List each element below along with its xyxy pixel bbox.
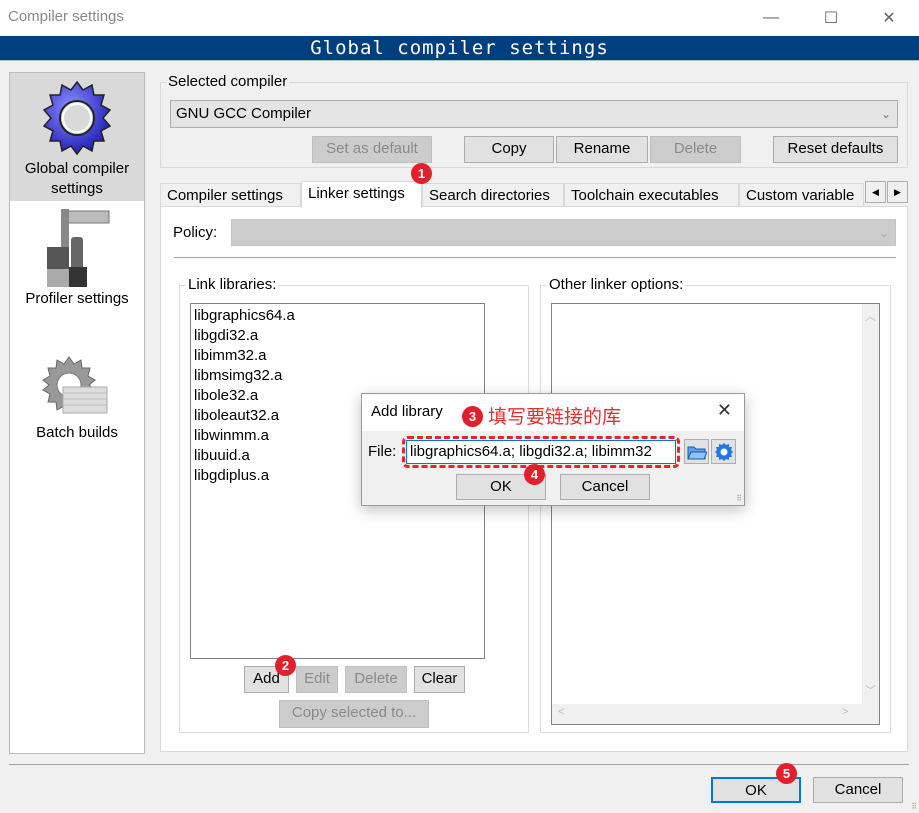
policy-select[interactable]: ⌄ bbox=[231, 219, 896, 246]
copy-selected-to-button[interactable]: Copy selected to... bbox=[279, 700, 429, 728]
vertical-scrollbar[interactable]: ︿ ﹀ bbox=[862, 304, 879, 704]
horizontal-scrollbar[interactable]: < > bbox=[552, 704, 879, 724]
window-titlebar: Compiler settings — ☐ ✕ bbox=[0, 0, 919, 36]
annotation-note: 填写要链接的库 bbox=[488, 406, 622, 428]
maximize-icon[interactable]: ☐ bbox=[808, 4, 854, 32]
resize-grip-icon[interactable]: ⠿ bbox=[736, 494, 742, 503]
banner-title: Global compiler settings bbox=[0, 36, 919, 61]
settings-tabs: Compiler settings Linker settings Search… bbox=[160, 181, 880, 208]
rename-button[interactable]: Rename bbox=[556, 136, 648, 163]
chevron-down-icon: ⌄ bbox=[880, 107, 891, 121]
selected-compiler-label: Selected compiler bbox=[166, 73, 290, 90]
dialog-titlebar: Add library 填写要链接的库 ✕ bbox=[362, 394, 744, 431]
list-item[interactable]: libmsimg32.a bbox=[194, 366, 481, 386]
browse-folder-button[interactable] bbox=[684, 439, 709, 464]
sidebar-item-profiler-settings[interactable]: Profiler settings bbox=[10, 207, 144, 319]
tab-toolchain-executables[interactable]: Toolchain executables bbox=[564, 183, 739, 207]
separator bbox=[9, 764, 909, 765]
gear-icon bbox=[714, 442, 733, 461]
compiler-select-value: GNU GCC Compiler bbox=[176, 105, 312, 122]
gear-stack-icon bbox=[42, 356, 108, 414]
annotation-badge-4: 4 bbox=[524, 464, 545, 485]
tab-scroll-left-icon[interactable]: ◀ bbox=[865, 181, 886, 203]
separator bbox=[174, 257, 896, 258]
scroll-left-icon[interactable]: < bbox=[558, 706, 564, 718]
tab-linker-settings[interactable]: Linker settings bbox=[301, 181, 422, 208]
folder-icon bbox=[686, 446, 707, 459]
delete-library-button[interactable]: Delete bbox=[345, 666, 407, 693]
annotation-badge-2: 2 bbox=[275, 655, 296, 676]
scroll-down-icon[interactable]: ﹀ bbox=[865, 682, 876, 698]
list-item[interactable]: libgraphics64.a bbox=[194, 306, 481, 326]
sidebar-item-label: Global compiler settings bbox=[24, 160, 130, 197]
resize-grip-icon[interactable]: ⠿ bbox=[911, 802, 917, 811]
compiler-select[interactable]: GNU GCC Compiler ⌄ bbox=[170, 100, 898, 128]
other-linker-options-label: Other linker options: bbox=[547, 276, 686, 293]
policy-label: Policy: bbox=[173, 224, 218, 241]
edit-library-button[interactable]: Edit bbox=[296, 666, 338, 693]
dialog-title: Add library bbox=[371, 403, 443, 420]
link-libraries-label: Link libraries: bbox=[186, 276, 279, 293]
copy-button[interactable]: Copy bbox=[464, 136, 554, 163]
annotation-badge-5: 5 bbox=[776, 763, 797, 784]
sidebar-item-batch-builds[interactable]: Batch builds bbox=[10, 353, 144, 453]
cancel-button[interactable]: Cancel bbox=[813, 777, 903, 803]
window-title: Compiler settings bbox=[8, 8, 124, 25]
list-item[interactable]: libgdi32.a bbox=[194, 326, 481, 346]
chevron-down-icon: ⌄ bbox=[878, 226, 889, 240]
close-icon[interactable]: ✕ bbox=[717, 400, 732, 421]
caliper-icon bbox=[47, 209, 110, 287]
set-as-default-button[interactable]: Set as default bbox=[312, 136, 432, 163]
settings-button[interactable] bbox=[711, 439, 736, 464]
close-icon[interactable]: ✕ bbox=[866, 4, 912, 32]
annotation-badge-1: 1 bbox=[411, 163, 432, 184]
sidebar-item-global-compiler-settings[interactable]: Global compiler settings bbox=[10, 73, 144, 201]
other-linker-options-textarea[interactable]: ︿ ﹀ < > bbox=[551, 303, 880, 725]
annotation-badge-3: 3 bbox=[462, 406, 483, 427]
clear-libraries-button[interactable]: Clear bbox=[414, 666, 465, 693]
reset-defaults-button[interactable]: Reset defaults bbox=[773, 136, 898, 163]
tab-compiler-settings[interactable]: Compiler settings bbox=[160, 183, 301, 207]
scroll-up-icon[interactable]: ︿ bbox=[865, 308, 876, 324]
scroll-right-icon[interactable]: > bbox=[842, 706, 848, 718]
tab-custom-variables[interactable]: Custom variable bbox=[739, 183, 864, 207]
dialog-cancel-button[interactable]: Cancel bbox=[560, 474, 650, 500]
blue-gear-icon bbox=[42, 80, 112, 156]
delete-compiler-button[interactable]: Delete bbox=[650, 136, 741, 163]
add-library-dialog: Add library 填写要链接的库 ✕ File: libgraphics6… bbox=[361, 393, 745, 506]
minimize-icon[interactable]: — bbox=[748, 4, 794, 32]
sidebar-item-label: Profiler settings bbox=[25, 290, 129, 307]
sidebar-item-label: Batch builds bbox=[36, 424, 118, 441]
sidebar: Global compiler settings Profiler setting… bbox=[9, 72, 145, 754]
file-label: File: bbox=[368, 443, 397, 460]
list-item[interactable]: libimm32.a bbox=[194, 346, 481, 366]
annotation-highlight bbox=[402, 436, 680, 468]
tab-scroll-right-icon[interactable]: ▶ bbox=[887, 181, 908, 203]
tab-search-directories[interactable]: Search directories bbox=[422, 183, 564, 207]
